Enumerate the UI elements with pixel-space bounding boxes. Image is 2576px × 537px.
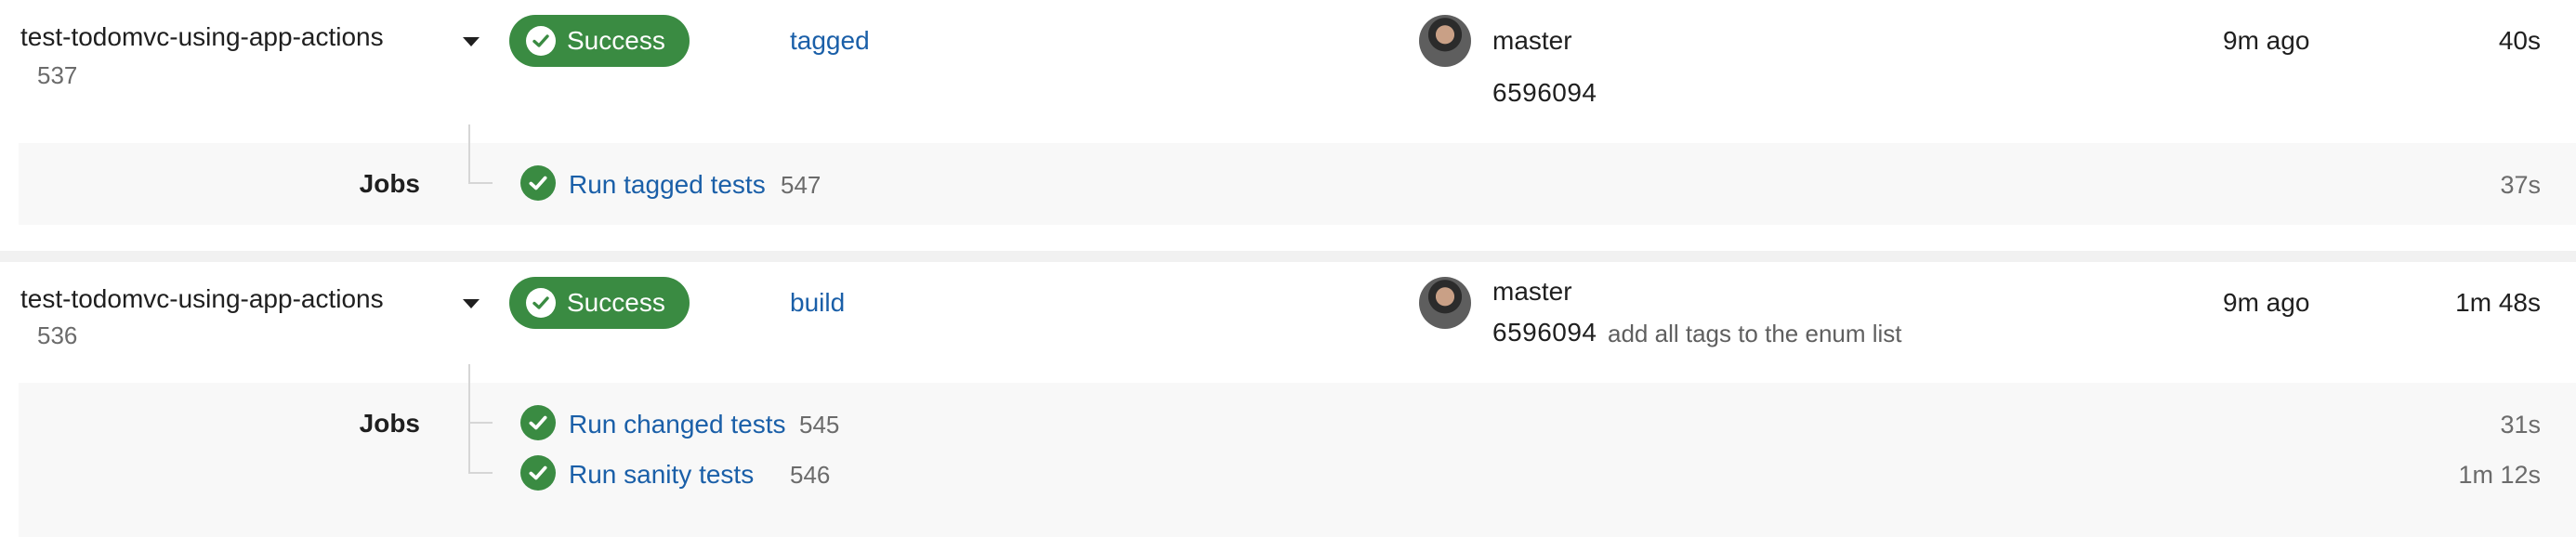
job-duration: 31s bbox=[2500, 411, 2541, 439]
status-badge[interactable]: Success bbox=[509, 15, 690, 67]
workflow-link[interactable]: tagged bbox=[790, 26, 870, 56]
row-separator bbox=[0, 251, 2576, 262]
commit-sha[interactable]: 6596094 bbox=[1492, 78, 1597, 108]
jobs-label: Jobs bbox=[359, 169, 420, 198]
job-number[interactable]: 546 bbox=[790, 461, 830, 490]
commit-message: add all tags to the enum list bbox=[1608, 320, 1902, 347]
tree-branch bbox=[468, 422, 493, 424]
job-link[interactable]: Run changed tests bbox=[569, 410, 786, 439]
check-circle-icon bbox=[526, 288, 556, 318]
run-duration: 1m 48s bbox=[2455, 288, 2541, 317]
tree-branch bbox=[468, 472, 493, 474]
caret-down-icon[interactable] bbox=[463, 37, 480, 46]
avatar[interactable] bbox=[1419, 277, 1471, 329]
status-label: Success bbox=[567, 288, 665, 317]
branch-name[interactable]: master bbox=[1492, 277, 1572, 307]
started-time: 9m ago bbox=[2223, 288, 2310, 317]
pipeline-run-row: test-todomvc-using-app-actions 537 Succe… bbox=[0, 0, 2576, 251]
job-success-icon bbox=[520, 405, 556, 440]
commit-sha[interactable]: 6596094 bbox=[1492, 318, 1597, 347]
jobs-label: Jobs bbox=[359, 409, 420, 438]
avatar[interactable] bbox=[1419, 15, 1471, 67]
caret-down-icon[interactable] bbox=[463, 299, 480, 308]
tree-line bbox=[468, 364, 470, 472]
started-time: 9m ago bbox=[2223, 26, 2310, 55]
job-link[interactable]: Run tagged tests bbox=[569, 170, 766, 200]
project-name[interactable]: test-todomvc-using-app-actions bbox=[20, 284, 384, 314]
job-link[interactable]: Run sanity tests bbox=[569, 460, 754, 490]
job-number[interactable]: 545 bbox=[799, 411, 839, 439]
project-name[interactable]: test-todomvc-using-app-actions bbox=[20, 22, 384, 52]
workflow-link[interactable]: build bbox=[790, 288, 845, 318]
job-number[interactable]: 547 bbox=[781, 171, 821, 200]
job-success-icon bbox=[520, 165, 556, 201]
run-number[interactable]: 537 bbox=[37, 61, 77, 90]
tree-branch bbox=[468, 182, 493, 184]
job-duration: 37s bbox=[2500, 171, 2541, 199]
pipeline-run-row: test-todomvc-using-app-actions 536 Succe… bbox=[0, 262, 2576, 537]
job-success-icon bbox=[520, 455, 556, 491]
check-circle-icon bbox=[526, 26, 556, 56]
branch-name[interactable]: master bbox=[1492, 26, 1572, 56]
status-label: Success bbox=[567, 26, 665, 55]
jobs-panel bbox=[19, 383, 2576, 537]
job-duration: 1m 12s bbox=[2458, 461, 2541, 489]
run-number[interactable]: 536 bbox=[37, 321, 77, 350]
status-badge[interactable]: Success bbox=[509, 277, 690, 329]
run-duration: 40s bbox=[2498, 26, 2541, 55]
tree-line bbox=[468, 124, 470, 182]
